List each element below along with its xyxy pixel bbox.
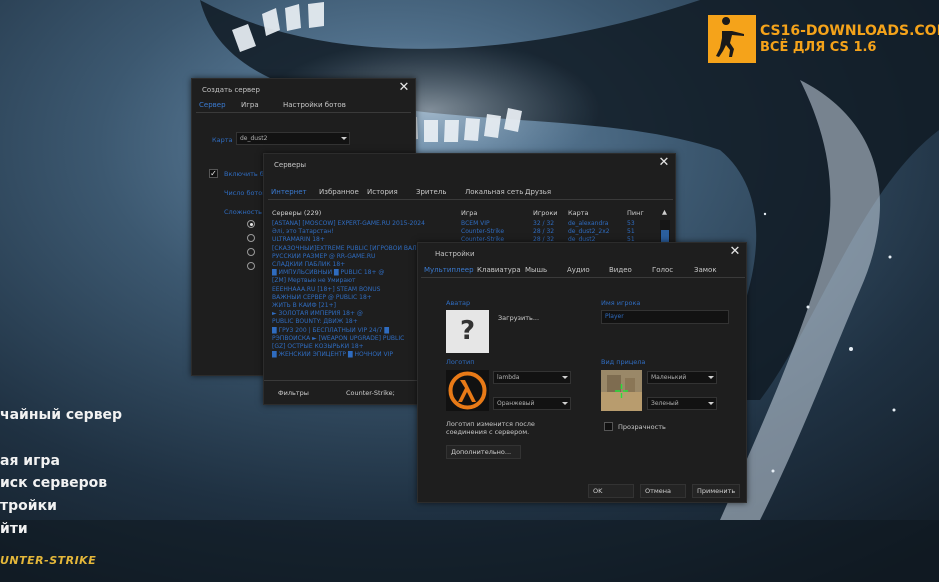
- column-header-map[interactable]: Карта: [568, 209, 589, 217]
- tab-multiplayer[interactable]: Мультиплеер: [421, 263, 477, 278]
- server-cell-game: ВСЕМ VIP: [461, 220, 490, 227]
- tab-history[interactable]: История: [364, 185, 401, 200]
- tab-voice[interactable]: Голос: [649, 263, 676, 278]
- ok-button[interactable]: OK: [588, 484, 634, 498]
- menu-item-options[interactable]: тройки: [0, 498, 57, 514]
- dialog-title: Создать сервер: [202, 86, 260, 94]
- logo-select-value: lambda: [497, 374, 520, 381]
- crosshair-color-value: Зеленый: [651, 400, 679, 407]
- tab-video[interactable]: Видео: [606, 263, 635, 278]
- server-cell-ping: 51: [627, 228, 635, 236]
- apply-button[interactable]: Применить: [692, 484, 740, 498]
- menu-item-find-servers[interactable]: иск серверов: [0, 475, 107, 491]
- tab-spectator[interactable]: Зритель: [413, 185, 449, 200]
- close-icon[interactable]: ✕: [397, 81, 411, 95]
- server-cell-name: [ASTANA] [MOSCOW] EXPERT-GAME.RU 2015-20…: [272, 220, 425, 227]
- watermark-tagline-text: ВСЁ ДЛЯ CS 1.6: [760, 40, 877, 55]
- tab-lock[interactable]: Замок: [691, 263, 720, 278]
- filter-game-value: Counter-Strike;: [346, 389, 395, 397]
- chevron-down-icon: [708, 402, 714, 405]
- chevron-down-icon: [341, 137, 347, 140]
- sort-arrow-icon[interactable]: ▲: [662, 208, 667, 216]
- crosshair-label: Вид прицела: [601, 358, 646, 366]
- logo-label: Логотип: [446, 358, 475, 366]
- column-header-ping[interactable]: Пинг: [627, 209, 644, 217]
- server-cell-ping: 53: [627, 220, 635, 227]
- crosshair-preview: [601, 370, 642, 411]
- watermark-banner: CS16-DOWNLOADS.COM ВСЁ ДЛЯ CS 1.6: [708, 15, 939, 63]
- crosshair-size-select[interactable]: Маленький: [647, 371, 717, 384]
- server-cell-map: de_alexandra: [568, 220, 609, 227]
- logo-color-value: Оранжевый: [497, 400, 535, 407]
- server-row[interactable]: Әлі, это Татарстан! Counter-Strike 28 / 32…: [272, 228, 660, 236]
- logo-color-select[interactable]: Оранжевый: [493, 397, 571, 410]
- server-cell-players: 32 / 32: [533, 220, 555, 227]
- map-label: Карта: [212, 136, 233, 144]
- soldier-logo-icon: [708, 15, 756, 63]
- player-name-value: Player: [605, 313, 624, 320]
- lambda-logo-icon: [446, 370, 489, 411]
- upload-avatar-button[interactable]: Загрузить...: [493, 311, 539, 325]
- player-name-label: Имя игрока: [601, 299, 641, 307]
- server-row[interactable]: [ASTANA] [MOSCOW] EXPERT-GAME.RU 2015-20…: [272, 220, 660, 228]
- tab-bar: Интернет Избранное История Зритель Локал…: [268, 185, 673, 200]
- difficulty-radio-4[interactable]: [247, 262, 255, 270]
- difficulty-radio-3[interactable]: [247, 248, 255, 256]
- settings-dialog: Настройки ✕ Мультиплеер Клавиатура Мышь …: [417, 242, 747, 503]
- crosshair-color-select[interactable]: Зеленый: [647, 397, 717, 410]
- tab-lan[interactable]: Локальная сеть: [462, 185, 526, 200]
- chevron-down-icon: [562, 402, 568, 405]
- dialog-title: Серверы: [274, 161, 307, 169]
- close-icon[interactable]: ✕: [728, 245, 742, 259]
- transparency-label: Прозрачность: [618, 423, 666, 431]
- advanced-button[interactable]: Дополнительно...: [446, 445, 521, 459]
- difficulty-radio-2[interactable]: [247, 234, 255, 242]
- enable-bots-label: Включить бо: [224, 170, 268, 178]
- map-select[interactable]: de_dust2: [236, 132, 350, 145]
- tab-server[interactable]: Сервер: [196, 98, 229, 113]
- tab-bar: Мультиплеер Клавиатура Мышь Аудио Видео …: [421, 263, 745, 278]
- chevron-down-icon: [708, 376, 714, 379]
- player-name-input[interactable]: Player: [601, 310, 729, 324]
- server-cell-map: de_dust2_2x2: [568, 228, 610, 236]
- cancel-button[interactable]: Отмена: [640, 484, 686, 498]
- counter-strike-logo: UNTER-STRIKE: [0, 554, 108, 568]
- menu-item-random-server[interactable]: чайный сервер: [0, 407, 122, 423]
- tab-game[interactable]: Игра: [238, 98, 262, 113]
- map-select-value: de_dust2: [240, 135, 268, 142]
- avatar-placeholder-icon: ?: [446, 310, 489, 353]
- logo-select[interactable]: lambda: [493, 371, 571, 384]
- transparency-checkbox[interactable]: [604, 422, 613, 431]
- crosshair-size-value: Маленький: [651, 374, 687, 381]
- column-header-servers[interactable]: Серверы (229): [272, 209, 321, 217]
- logo-note-text: Логотип изменится после соединения с сер…: [446, 420, 535, 436]
- filters-button[interactable]: Фильтры: [278, 389, 309, 397]
- server-cell-game: Counter-Strike: [461, 228, 505, 236]
- difficulty-label: Сложность: [224, 208, 262, 216]
- tab-internet[interactable]: Интернет: [268, 185, 310, 200]
- watermark-site-text: CS16-DOWNLOADS.COM: [760, 23, 939, 39]
- enable-bots-checkbox[interactable]: ✓: [209, 169, 218, 178]
- bot-count-label: Число ботов: [224, 189, 267, 197]
- dialog-title: Настройки: [435, 250, 475, 258]
- tab-favorites[interactable]: Избранное: [316, 185, 362, 200]
- tab-friends[interactable]: Друзья: [522, 185, 554, 200]
- difficulty-radio-1[interactable]: [247, 220, 255, 228]
- logo-text: UNTER-STRIKE: [0, 554, 97, 567]
- chevron-down-icon: [562, 376, 568, 379]
- column-header-game[interactable]: Игра: [461, 209, 477, 217]
- server-cell-name: Әлі, это Татарстан!: [272, 228, 334, 236]
- menu-item-new-game[interactable]: ая игра: [0, 453, 60, 469]
- close-icon[interactable]: ✕: [657, 156, 671, 170]
- menu-item-quit[interactable]: йти: [0, 521, 28, 537]
- server-cell-players: 28 / 32: [533, 228, 555, 236]
- avatar-label: Аватар: [446, 299, 471, 307]
- tab-keyboard[interactable]: Клавиатура: [474, 263, 524, 278]
- tab-mouse[interactable]: Мышь: [522, 263, 550, 278]
- tab-audio[interactable]: Аудио: [564, 263, 593, 278]
- tab-bar: Сервер Игра Настройки ботов: [196, 98, 411, 113]
- tab-bot-settings[interactable]: Настройки ботов: [280, 98, 349, 113]
- column-header-players[interactable]: Игроки: [533, 209, 558, 217]
